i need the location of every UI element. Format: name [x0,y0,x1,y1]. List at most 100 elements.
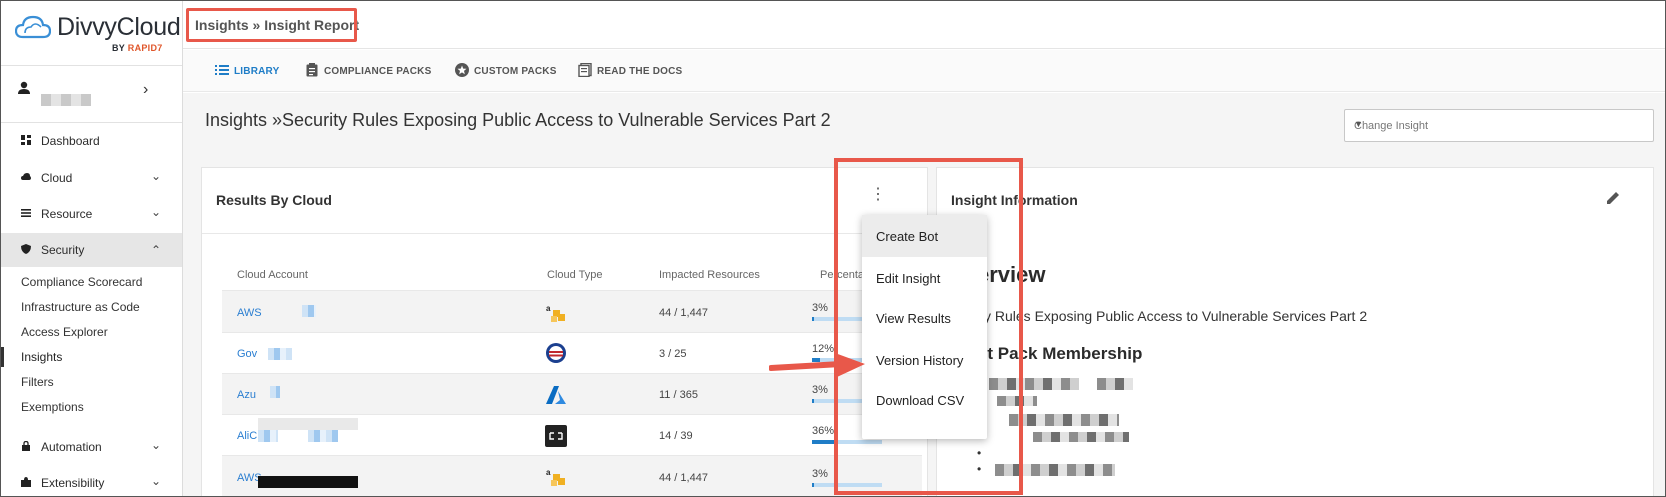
sidebar-item-automation[interactable]: Automation ⌄ [1,430,182,464]
puzzle-icon [21,477,31,487]
chevron-down-icon[interactable]: ⌄ [151,169,161,183]
sidebar-item-label: Cloud [41,171,73,185]
column-header-cloud-account[interactable]: Cloud Account [237,269,308,281]
sidebar-item-resource[interactable]: Resource ⌄ [1,197,182,231]
tab-library[interactable]: LIBRARY [215,63,279,77]
page-title: Insights »Security Rules Exposing Public… [205,110,831,130]
sidebar-item-label: Automation [41,440,102,454]
list-icon [21,209,31,217]
overview-text: ity Rules Exposing Public Access to Vuln… [977,308,1368,324]
impacted-resources-value: 44 / 1,447 [659,472,708,484]
redacted-username [41,94,91,106]
annotation-highlight-breadcrumb [186,8,357,42]
main-content: Insights »Security Rules Exposing Public… [183,93,1665,496]
chevron-right-icon[interactable]: › [143,81,148,99]
impacted-resources-value: 3 / 25 [659,348,687,360]
sidebar-subitem-access-explorer[interactable]: Access Explorer [21,325,108,339]
sidebar-item-dashboard[interactable]: Dashboard [1,124,182,158]
insight-information-card: Insight Information erview ity Rules Exp… [936,167,1654,496]
percentage-value: 36% [812,425,835,437]
tab-compliance-packs[interactable]: COMPLIANCE PACKS [305,63,431,77]
cloud-account-link[interactable]: Azu [237,389,256,401]
redacted-list-item[interactable] [1009,414,1119,426]
percentage-value: 3% [812,302,828,314]
list-icon [215,65,229,75]
redacted-text [270,386,280,398]
top-bar: Insights » Insight Report [183,1,1665,49]
sidebar-item-label: Resource [41,207,93,221]
clipboard-icon [306,63,318,77]
azure-icon [546,386,566,404]
percentage-value: 3% [812,468,828,480]
redacted-block [258,418,358,430]
star-icon [455,63,469,77]
app-window: DivvyCloud BY RAPID7 › Dashboard Cloud ⌄… [0,0,1666,497]
annotation-arrow-icon [769,353,865,377]
chevron-down-icon[interactable]: ⌄ [151,474,161,488]
sidebar-item-extensibility[interactable]: Extensibility ⌄ [1,466,182,496]
percentage-bar-fill [812,399,815,403]
svg-text:a: a [546,304,551,313]
brand-logo[interactable]: DivvyCloud BY RAPID7 [15,11,181,55]
redacted-list-item[interactable] [1097,378,1133,390]
cloud-icon [21,173,31,180]
redacted-text [308,430,338,442]
sidebar-subitem-filters[interactable]: Filters [21,375,54,389]
percentage-bar-fill [812,483,815,487]
cloud-account-link[interactable]: AWS [237,307,262,319]
sidebar-item-label: Dashboard [41,134,100,148]
user-profile-row[interactable]: › [1,67,182,123]
sidebar-subitem-insights[interactable]: Insights [21,350,62,364]
card-title: Results By Cloud [216,192,332,208]
cloud-logo-icon [15,15,51,39]
sidebar-item-label: Security [41,243,85,257]
docs-icon [578,63,592,77]
redacted-text [258,430,278,442]
user-icon [18,81,30,94]
sidebar-item-label: Extensibility [41,476,105,490]
tab-custom-packs[interactable]: CUSTOM PACKS [455,63,557,77]
alibaba-cloud-icon [545,425,567,447]
aws-icon: a [546,468,565,486]
impacted-resources-value: 14 / 39 [659,430,693,442]
impacted-resources-value: 44 / 1,447 [659,307,708,319]
cloud-account-link[interactable]: Gov [237,348,257,360]
column-header-impacted-resources[interactable]: Impacted Resources [659,269,760,281]
active-indicator [1,347,4,367]
chevron-down-icon[interactable]: ⌄ [151,438,161,452]
impacted-resources-value: 11 / 365 [659,389,698,401]
brand-by: BY RAPID7 [112,43,163,53]
redacted-text [302,305,316,317]
caret-down-icon: ▼ [1354,119,1363,129]
percentage-bar-fill [812,317,815,321]
sidebar-item-security[interactable]: Security ⌃ [1,233,182,267]
redacted-list-item[interactable] [1033,432,1129,442]
pencil-icon[interactable] [1605,190,1621,206]
gov-cloud-icon [546,343,566,363]
sidebar-subitem-compliance-scorecard[interactable]: Compliance Scorecard [21,275,142,289]
redacted-block [258,476,358,488]
chevron-down-icon[interactable]: ⌄ [151,205,161,219]
change-insight-select[interactable]: Change Insight ▼ [1344,109,1654,142]
sidebar-subitem-infrastructure-as-code[interactable]: Infrastructure as Code [21,300,140,314]
dashboard-icon [21,135,31,145]
row-divider [222,332,922,333]
redacted-text [268,348,292,360]
divider [202,233,927,234]
svg-text:a: a [546,468,551,477]
shield-icon [21,244,31,254]
cloud-account-link[interactable]: AliC [237,430,257,442]
sidebar-item-cloud[interactable]: Cloud ⌄ [1,161,182,195]
tab-bar: LIBRARY COMPLIANCE PACKS CUSTOM PACKS RE… [183,50,1665,92]
percentage-value: 3% [812,384,828,396]
row-divider [222,414,922,415]
results-by-cloud-card: Results By Cloud ⋮ Cloud Account Cloud T… [201,167,928,496]
sidebar-subitem-exemptions[interactable]: Exemptions [21,400,84,414]
chevron-up-icon[interactable]: ⌃ [151,243,161,257]
lock-icon [22,441,30,451]
tab-read-the-docs[interactable]: READ THE DOCS [578,63,682,77]
annotation-highlight-menu [834,158,1023,495]
aws-icon: a [546,304,565,322]
divider [1,65,182,66]
column-header-cloud-type[interactable]: Cloud Type [547,269,602,281]
